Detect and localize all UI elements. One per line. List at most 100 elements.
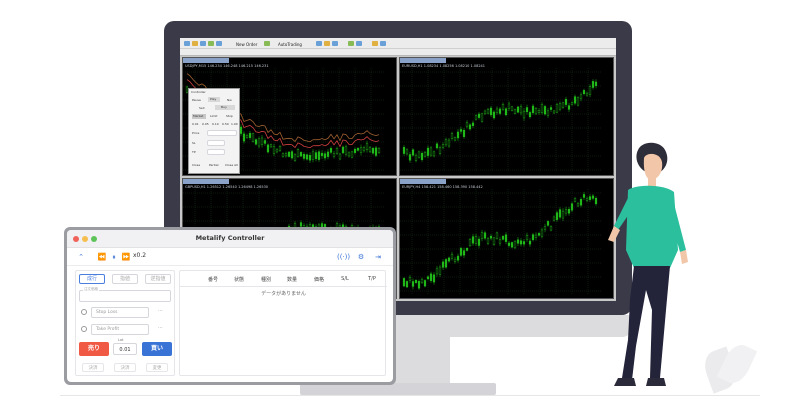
candle-body — [510, 106, 514, 111]
mini-sell-button[interactable]: Sell — [199, 106, 204, 110]
candle-body — [495, 232, 499, 239]
toolbar-icon[interactable] — [184, 41, 190, 46]
mini-buy-button[interactable]: Buy — [215, 105, 235, 110]
toolbar-icon[interactable] — [264, 41, 270, 46]
candle-body — [423, 151, 427, 157]
mini-close-button[interactable]: Close — [192, 163, 200, 167]
toolbar-icon[interactable] — [348, 41, 354, 46]
chart-pane-eurjpy[interactable]: EURJPY,H4 158.421 158.460 158.390 158.44… — [399, 178, 614, 299]
toolbar-icon[interactable] — [380, 41, 386, 46]
mini-tp-field[interactable] — [207, 149, 225, 155]
toolbar-icon[interactable] — [316, 41, 322, 46]
broadcast-icon[interactable]: ((·)) — [337, 251, 350, 263]
take-profit-more-icon[interactable]: ··· — [158, 325, 163, 331]
mini-partial-button[interactable]: Partial — [209, 163, 218, 167]
lot-label: Lot — [118, 338, 124, 342]
tab-market-order[interactable]: 成行 — [79, 274, 105, 284]
candle-body — [510, 242, 514, 248]
playback-speed[interactable]: x0.2 — [133, 252, 146, 259]
candle-body — [414, 154, 418, 161]
candle-body — [516, 106, 520, 113]
candle-body — [504, 108, 508, 116]
window-titlebar[interactable]: Metalify Controller — [67, 230, 393, 248]
stop-loss-field[interactable]: Stop Loss — [91, 307, 149, 318]
mini-lot-4[interactable]: 1.00 — [231, 122, 238, 126]
candle-body — [552, 216, 556, 221]
mini-lot-0[interactable]: 0.01 — [192, 122, 199, 126]
candle-body — [411, 281, 415, 287]
tab-stop-order[interactable]: 逆指値 — [145, 274, 171, 284]
candle-body — [561, 210, 565, 219]
candle-body — [558, 209, 562, 218]
pause-icon[interactable]: ⏸ — [109, 251, 119, 263]
buy-button[interactable]: 買い — [142, 342, 172, 356]
mini-close-all-button[interactable]: Close All — [225, 163, 238, 167]
column-header-price: 価格 — [313, 277, 324, 283]
candle-body — [498, 108, 502, 114]
candle-body — [582, 194, 586, 198]
chart-pane-usdjpy[interactable]: USDJPY,M15 146.234 146.248 146.215 146.2… — [182, 57, 397, 176]
candle-body — [302, 154, 306, 159]
take-profit-radio[interactable] — [81, 326, 87, 332]
gear-icon[interactable]: ⚙ — [356, 251, 366, 263]
sell-button[interactable]: 売り — [79, 342, 109, 356]
toolbar-icon[interactable] — [192, 41, 198, 46]
stop-loss-radio[interactable] — [81, 309, 87, 315]
toolbar-icon[interactable] — [216, 41, 222, 46]
candle-body — [585, 198, 589, 201]
stop-loss-more-icon[interactable]: ··· — [158, 308, 163, 314]
candle-body — [239, 126, 243, 134]
mini-stop-tab[interactable]: Stop — [226, 114, 233, 118]
logout-icon[interactable]: ⇥ — [373, 251, 383, 263]
candle-body — [450, 253, 454, 259]
entry-price-label: 注文価格 — [83, 287, 99, 292]
mini-market-tab[interactable]: Market — [192, 114, 206, 119]
candle-body — [486, 108, 490, 114]
candle-body — [299, 152, 303, 157]
rewind-icon[interactable]: ⏪ — [97, 251, 107, 263]
playback-toolbar: ⌃ ⏪ ⏸ ⏩ x0.2 ((·)) ⚙ ⇥ — [67, 248, 393, 266]
toolbar-icon[interactable] — [356, 41, 362, 46]
close-position-button[interactable]: 決済 — [82, 363, 104, 372]
column-header-sl: S/L — [341, 276, 349, 282]
autotrading-button[interactable]: AutoTrading — [278, 42, 302, 47]
candle-body — [353, 148, 357, 153]
close-all-button[interactable]: 決済 — [114, 363, 136, 372]
toolbar-icon[interactable] — [208, 41, 214, 46]
mini-play-button[interactable]: Play — [208, 97, 220, 102]
mini-nw-button[interactable]: Nw — [227, 98, 232, 102]
toolbar-icon[interactable] — [372, 41, 378, 46]
mini-price-field[interactable] — [207, 130, 237, 136]
tab-limit-order[interactable]: 指値 — [112, 274, 138, 284]
candle-body — [408, 277, 412, 281]
candle-body — [549, 226, 553, 231]
candle-body — [338, 153, 342, 160]
mini-price-label: Price — [192, 131, 200, 135]
take-profit-field[interactable]: Take Profit — [91, 324, 149, 335]
candle-body — [480, 232, 484, 240]
toolbar-icon[interactable] — [200, 41, 206, 46]
candle-body — [492, 111, 496, 119]
candle-body — [486, 238, 490, 244]
mini-pause-button[interactable]: Pause — [192, 98, 201, 102]
mini-limit-tab[interactable]: Limit — [210, 114, 217, 118]
candle-body — [335, 148, 339, 154]
mini-lot-2[interactable]: 0.10 — [212, 122, 219, 126]
toolbar-icon[interactable] — [324, 41, 330, 46]
candle-body — [278, 146, 282, 151]
fast-forward-icon[interactable]: ⏩ — [121, 251, 131, 263]
mini-lot-1[interactable]: 0.05 — [202, 122, 209, 126]
mini-controller-panel[interactable]: Controller Pause Play Nw Sell Buy Market… — [188, 88, 240, 174]
chart-pane-eurusd[interactable]: EURUSD,H1 1.08234 1.08256 1.08210 1.0824… — [399, 57, 614, 176]
candle-body — [444, 259, 448, 268]
new-order-button[interactable]: New Order — [236, 42, 257, 47]
candle-body — [519, 106, 523, 114]
modify-order-button[interactable]: 変更 — [146, 363, 168, 372]
mini-sl-field[interactable] — [207, 140, 225, 146]
collapse-icon[interactable]: ⌃ — [77, 251, 85, 263]
toolbar-icon[interactable] — [332, 41, 338, 46]
mini-lot-3[interactable]: 0.50 — [222, 122, 229, 126]
lot-input[interactable]: 0.01 — [113, 343, 137, 355]
candle-body — [296, 149, 300, 157]
candle-body — [537, 110, 541, 113]
